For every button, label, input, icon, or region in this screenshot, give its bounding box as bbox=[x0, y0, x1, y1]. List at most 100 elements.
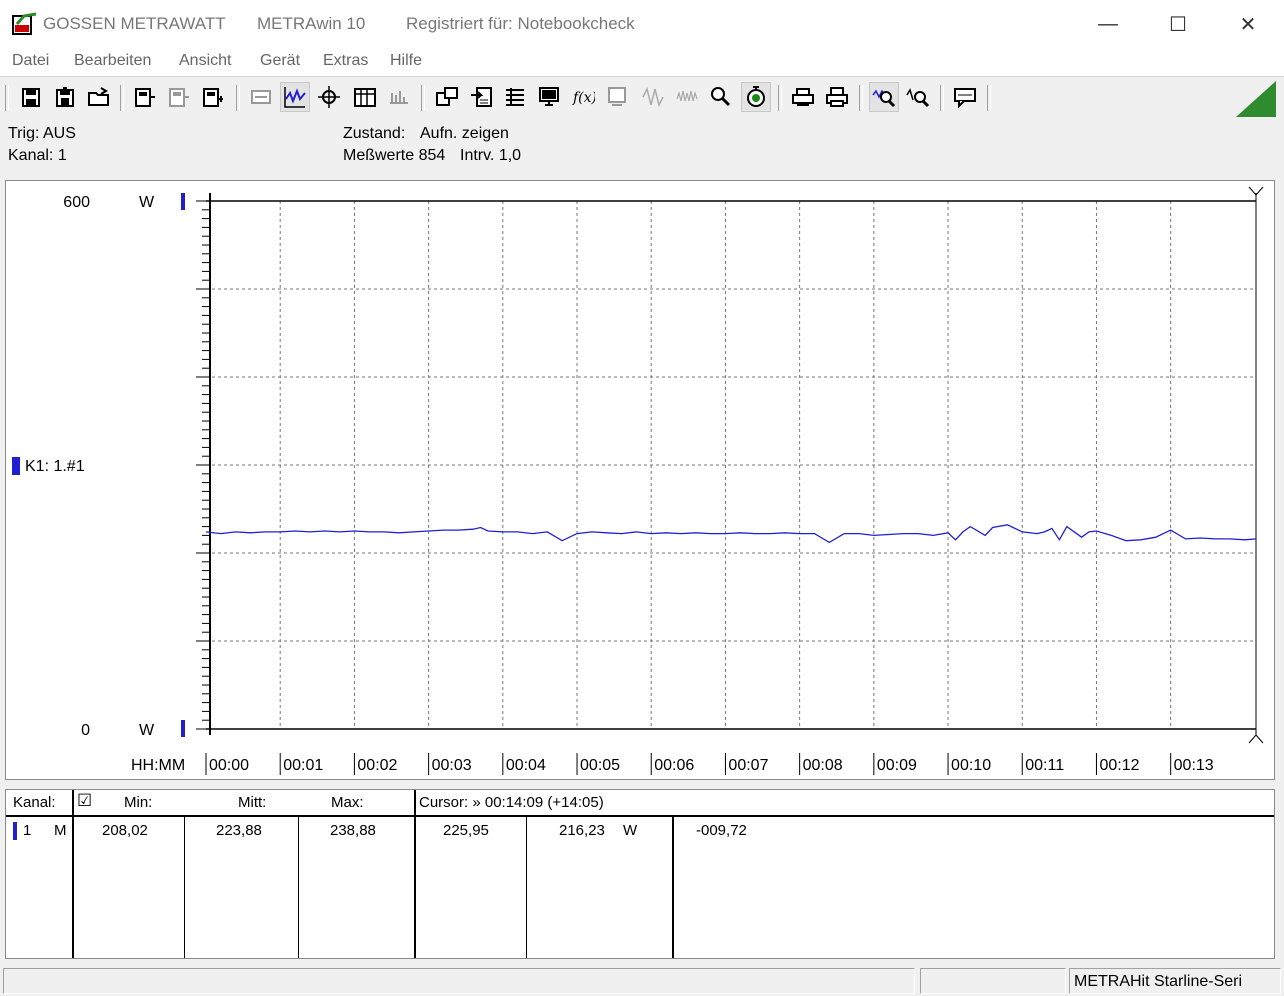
statistics-table: Kanal: ☑ Min: Mitt: Max: Cursor: » 00:14… bbox=[5, 789, 1275, 959]
channel-status: Kanal: 1 bbox=[8, 147, 67, 164]
power-chart[interactable]: 600 0 W W K1: 1.#1 HH:MM 00:00 00:01 00:02 00:03 0… bbox=[6, 181, 1274, 779]
y-bottom-label: 0 bbox=[81, 722, 90, 739]
header-min: Min: bbox=[124, 794, 153, 811]
minimize-icon: — bbox=[1098, 12, 1118, 35]
comment-icon[interactable] bbox=[950, 82, 980, 112]
bar-display-disabled-icon[interactable] bbox=[384, 82, 414, 112]
print-icon[interactable] bbox=[822, 82, 852, 112]
open-folder-icon[interactable] bbox=[84, 82, 114, 112]
x-tick-label: 00:07 bbox=[728, 757, 768, 774]
state-value: Aufn. zeigen bbox=[420, 125, 509, 142]
toolbar-separator bbox=[421, 85, 425, 111]
x-axis-label: HH:MM bbox=[131, 757, 185, 774]
toolbar-separator bbox=[940, 85, 944, 111]
noise-disabled-icon[interactable] bbox=[672, 82, 702, 112]
close-button[interactable]: ✕ bbox=[1213, 0, 1283, 48]
channel-marker bbox=[12, 457, 20, 475]
table-divider bbox=[414, 790, 416, 958]
crosshair-icon[interactable] bbox=[314, 82, 344, 112]
header-mitt: Mitt: bbox=[238, 794, 267, 811]
menu-bearbeiten[interactable]: Bearbeiten bbox=[74, 52, 151, 70]
interval-value: Intrv. 1,0 bbox=[460, 147, 522, 164]
menu-geraet[interactable]: Gerät bbox=[260, 52, 300, 70]
toolbar-separator bbox=[5, 85, 9, 111]
svg-text:f(x): f(x) bbox=[572, 90, 595, 106]
x-tick-label: 00:06 bbox=[654, 757, 694, 774]
row-delta: -009,72 bbox=[696, 822, 747, 839]
x-tick-label: 00:01 bbox=[283, 757, 323, 774]
menu-ansicht[interactable]: Ansicht bbox=[179, 52, 231, 70]
function-icon[interactable]: f(x) bbox=[568, 82, 598, 112]
app-logo-icon bbox=[12, 12, 38, 40]
x-tick-label: 00:00 bbox=[209, 757, 249, 774]
timer-icon[interactable] bbox=[741, 82, 771, 112]
table-divider bbox=[184, 816, 185, 958]
transfer-icon[interactable] bbox=[432, 82, 462, 112]
header-max: Max: bbox=[331, 794, 364, 811]
x-tick-label: 00:03 bbox=[432, 757, 472, 774]
x-tick-label: 00:13 bbox=[1174, 757, 1214, 774]
registered-title: Registriert für: Notebookcheck bbox=[406, 14, 635, 33]
table-divider bbox=[72, 790, 74, 958]
y-top-unit: W bbox=[139, 194, 155, 211]
table-divider bbox=[526, 816, 527, 958]
toolbar-separator bbox=[987, 85, 991, 111]
device-disabled-icon[interactable] bbox=[164, 82, 194, 112]
y-bottom-unit: W bbox=[139, 722, 155, 739]
export-icon[interactable] bbox=[466, 82, 496, 112]
line-chart-icon[interactable] bbox=[280, 82, 310, 112]
y-bottom-marker bbox=[181, 720, 185, 737]
toolbar-separator bbox=[120, 85, 124, 111]
trigger-status: Trig: AUS bbox=[8, 125, 76, 142]
table-icon[interactable] bbox=[350, 82, 380, 112]
row-mode: M bbox=[54, 822, 67, 839]
row-channel: 1 bbox=[23, 822, 32, 839]
zoom-in-icon[interactable] bbox=[869, 82, 899, 112]
status-bar: METRAHit Starline-Seri bbox=[0, 966, 1284, 996]
display-disabled-icon[interactable] bbox=[246, 82, 276, 112]
resize-grip-icon bbox=[1236, 81, 1276, 121]
probe-icon[interactable] bbox=[706, 82, 736, 112]
computer-icon[interactable] bbox=[534, 82, 564, 112]
print-preview-icon[interactable] bbox=[788, 82, 818, 112]
device-read-icon[interactable] bbox=[130, 82, 160, 112]
channel-label: K1: 1.#1 bbox=[25, 458, 85, 475]
x-tick-label: 00:04 bbox=[506, 757, 546, 774]
chart-panel[interactable]: 600 0 W W K1: 1.#1 HH:MM 00:00 00:01 00:02 00:03 0… bbox=[5, 180, 1275, 780]
list-settings-icon[interactable] bbox=[500, 82, 530, 112]
y-top-marker bbox=[181, 193, 185, 210]
header-cursor: Cursor: » 00:14:09 (+14:05) bbox=[419, 794, 604, 811]
show-checkbox[interactable]: ☑ bbox=[77, 791, 92, 811]
power-series-line bbox=[205, 524, 1257, 544]
maximize-button[interactable]: ☐ bbox=[1143, 0, 1213, 48]
status-info-panel: Trig: AUS Kanal: 1 Zustand: Aufn. zeigen… bbox=[0, 119, 1284, 175]
y-top-label: 600 bbox=[63, 194, 90, 211]
row-cursor2: 216,23 bbox=[559, 822, 605, 839]
x-tick-label: 00:10 bbox=[951, 757, 991, 774]
title-bar: GOSSEN METRAWATT METRAwin 10 Registriert… bbox=[0, 0, 1284, 48]
table-divider bbox=[298, 816, 299, 958]
state-label: Zustand: bbox=[343, 125, 406, 142]
menu-extras[interactable]: Extras bbox=[323, 52, 368, 70]
status-pane-middle bbox=[920, 968, 1066, 994]
device-write-icon[interactable] bbox=[198, 82, 228, 112]
minimize-button[interactable]: — bbox=[1073, 0, 1143, 48]
toolbar: f(x) bbox=[0, 76, 1284, 120]
menu-datei[interactable]: Datei bbox=[12, 52, 49, 70]
header-kanal: Kanal: bbox=[13, 794, 56, 811]
menu-hilfe[interactable]: Hilfe bbox=[390, 52, 422, 70]
row-max: 238,88 bbox=[330, 822, 376, 839]
x-tick-label: 00:09 bbox=[877, 757, 917, 774]
device-config-icon[interactable] bbox=[602, 82, 632, 112]
device-name: METRAHit Starline-Seri bbox=[1074, 973, 1243, 990]
row-cursor1: 225,95 bbox=[443, 822, 489, 839]
table-header-divider bbox=[6, 815, 1274, 817]
toolbar-separator bbox=[859, 85, 863, 111]
save-icon[interactable] bbox=[16, 82, 46, 112]
waveform-disabled-icon[interactable] bbox=[638, 82, 668, 112]
zoom-out-icon[interactable] bbox=[903, 82, 933, 112]
app-title: METRAwin 10 bbox=[257, 14, 366, 33]
toolbar-separator bbox=[236, 85, 240, 111]
save-as-icon[interactable] bbox=[50, 82, 80, 112]
row-unit: W bbox=[623, 822, 638, 839]
